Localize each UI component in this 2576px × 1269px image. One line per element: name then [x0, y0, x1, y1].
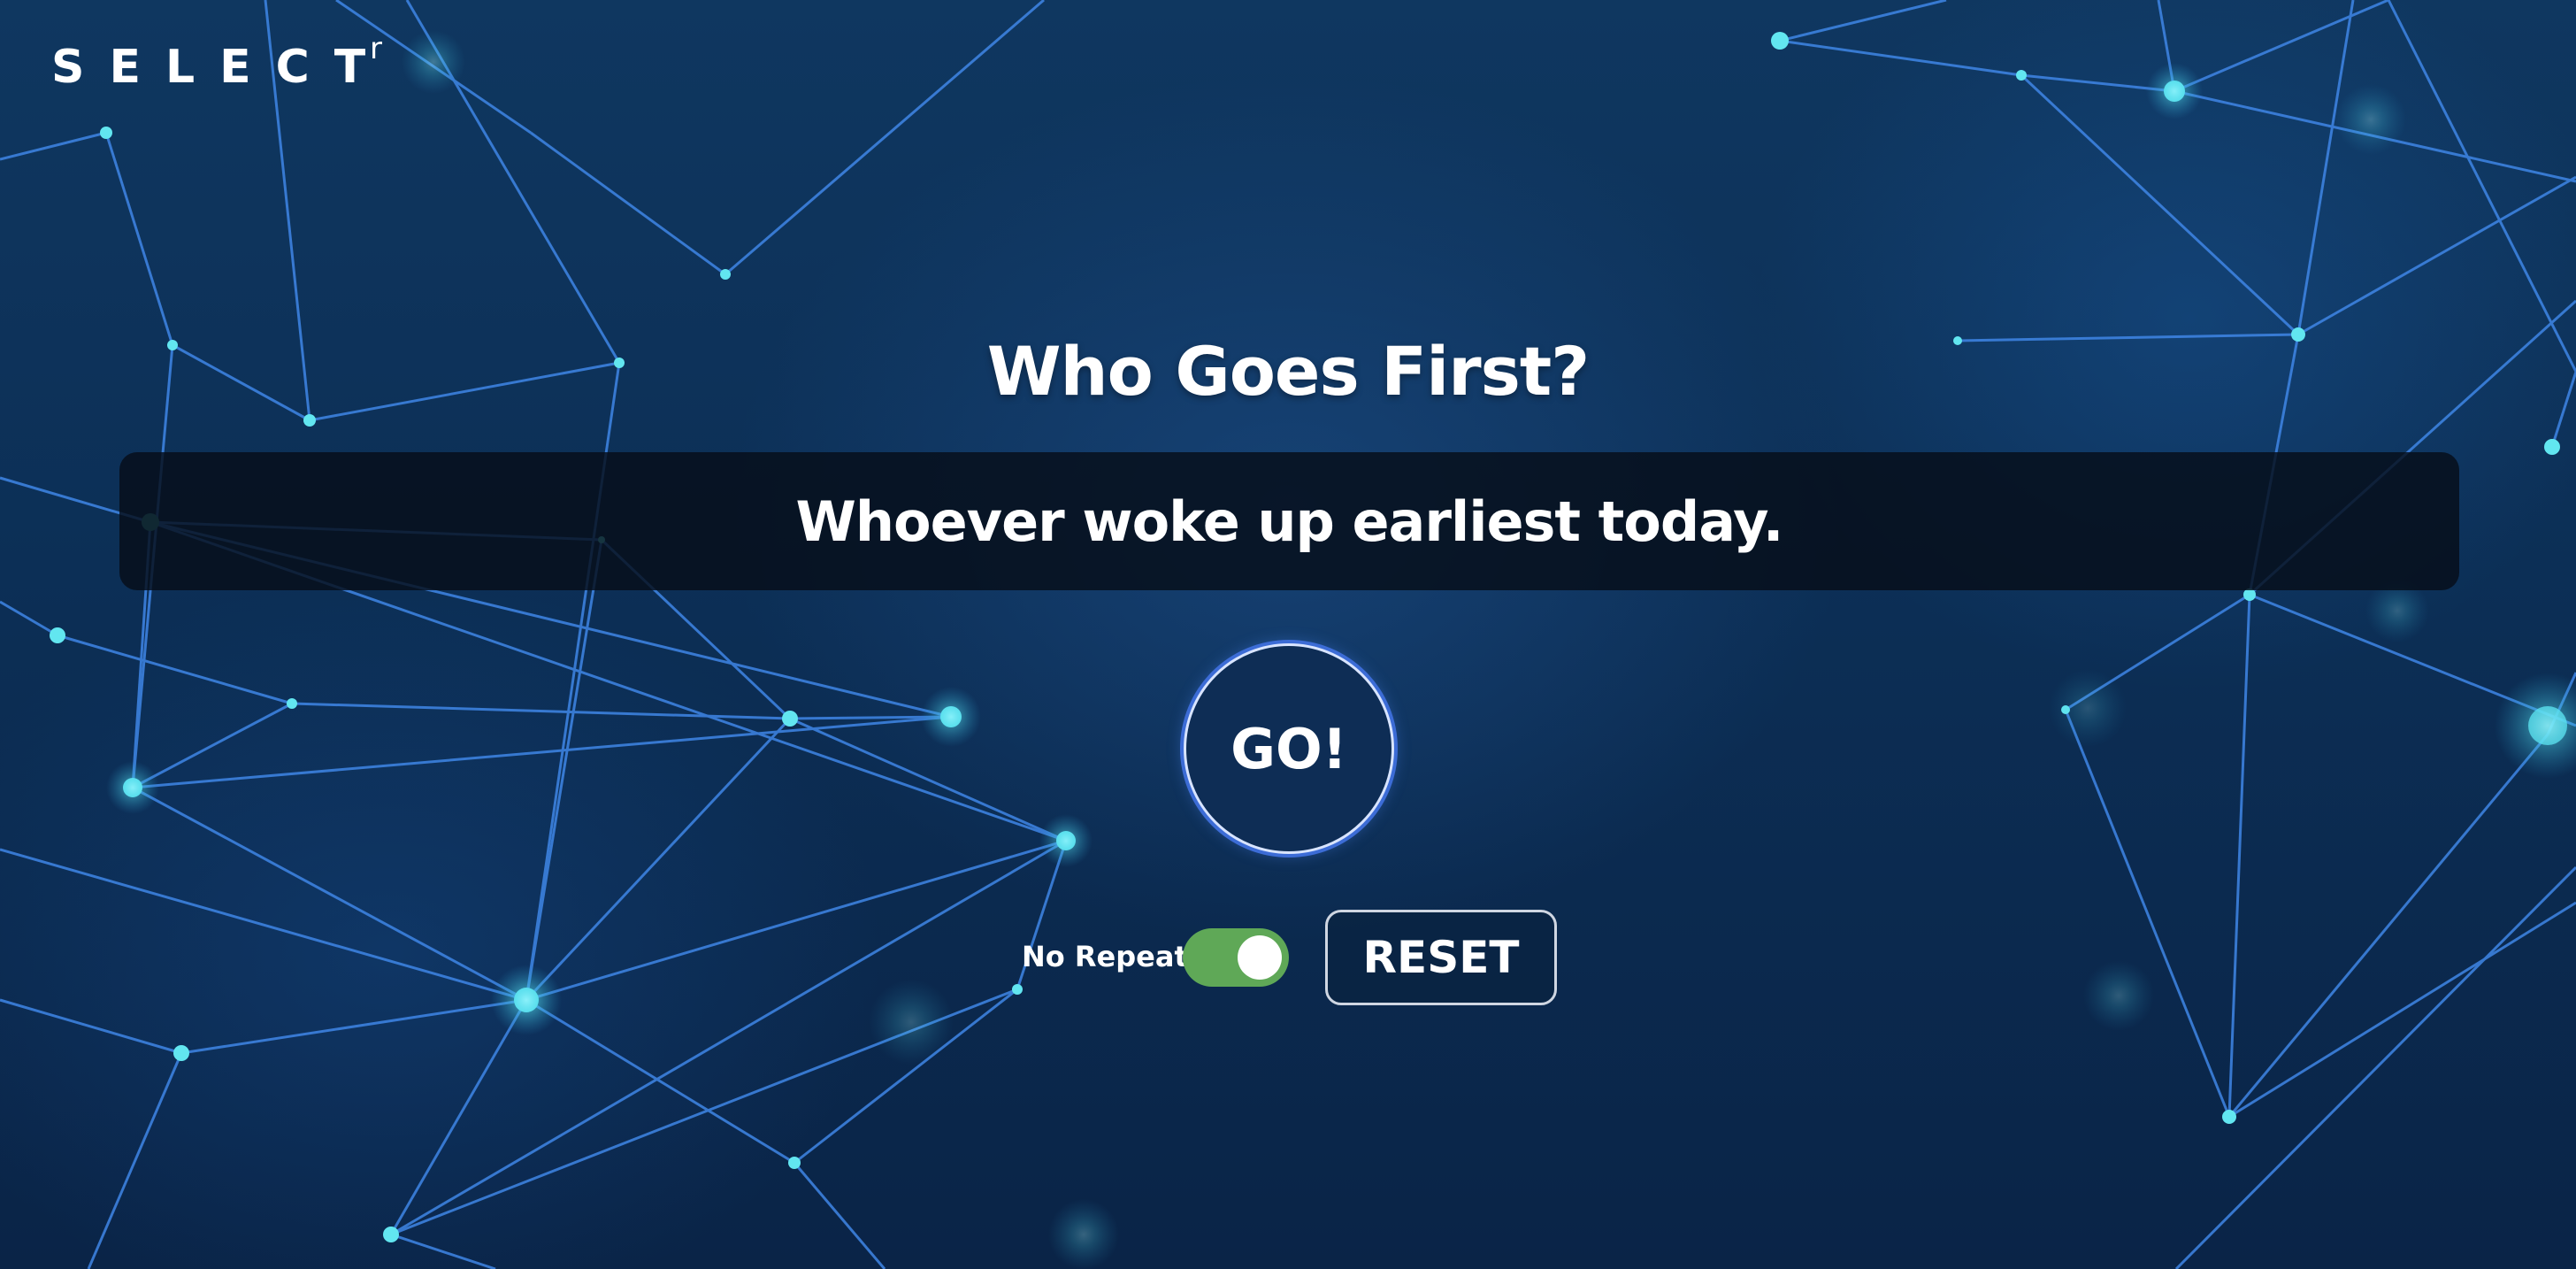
reset-button[interactable]: RESET [1325, 910, 1557, 1005]
network-background [0, 0, 2576, 1269]
brand-logo: SELECT [51, 41, 391, 94]
brand-logo-superscript: r [370, 31, 382, 66]
result-panel: Whoever woke up earliest today. [119, 452, 2459, 590]
result-text: Whoever woke up earliest today. [795, 488, 1784, 554]
toggle-knob [1238, 935, 1282, 980]
no-repeat-label: No Repeat [1022, 940, 1188, 973]
page-title: Who Goes First? [986, 332, 1591, 411]
go-button[interactable]: GO! [1184, 643, 1394, 854]
no-repeat-toggle[interactable] [1183, 928, 1289, 987]
